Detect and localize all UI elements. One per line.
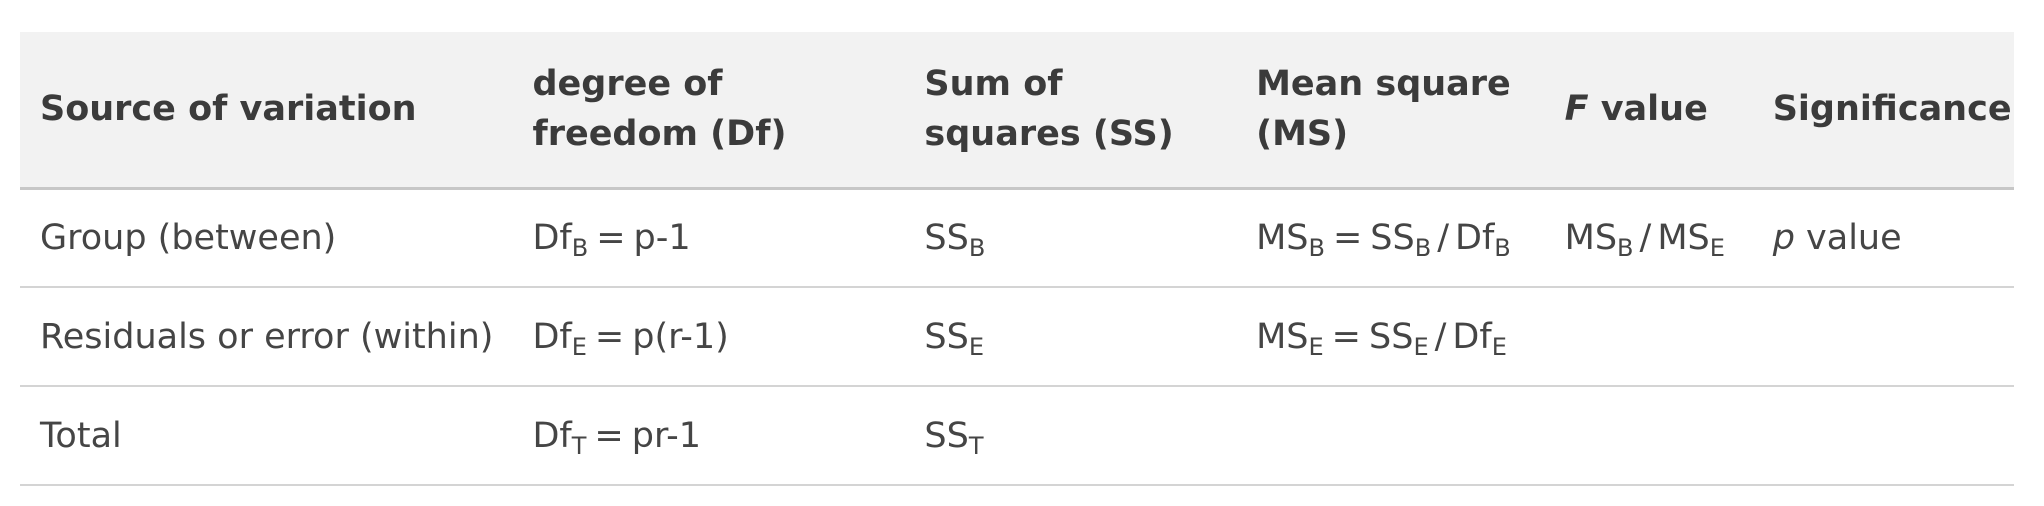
ss-subscript: T [968,431,984,460]
cell-source: Total [20,386,513,486]
cell-ms [1236,386,1545,486]
cell-ms: MSE = SSE / DfE [1236,287,1545,387]
ms-denominator-subscript: E [1491,332,1507,361]
cell-ss: SST [904,386,1237,486]
ms-base: MS [1256,217,1309,258]
header-ss: Sum of squares (SS) [904,32,1237,190]
header-ms: Mean square (MS) [1236,32,1545,190]
header-f-value: F value [1544,32,1761,190]
division-slash: / [1434,316,1447,357]
f-denominator-subscript: E [1709,233,1725,262]
ms-numerator-base: SS [1369,316,1414,357]
df-expression: p(r-1) [632,316,729,357]
header-row: Source of variation degree of freedom (D… [20,32,2014,190]
cell-df: DfE = p(r-1) [512,287,905,387]
table-header: Source of variation degree of freedom (D… [20,32,2014,190]
ms-numerator-subscript: B [1414,233,1432,262]
ms-denominator-base: Df [1452,316,1492,357]
cell-source: Group (between) [20,188,513,288]
cell-f-value: MSB / MSE [1544,188,1761,288]
cell-ms: MSB = SSB / DfB [1236,188,1545,288]
ms-subscript: B [1308,233,1325,262]
df-expression: pr-1 [631,415,702,456]
equals-sign: = [596,217,626,258]
header-f-symbol: F [1564,89,1589,130]
df-base: Df [532,217,572,258]
cell-source: Residuals or error (within) [20,287,513,387]
header-source: Source of variation [20,32,513,190]
df-expression: p-1 [633,217,691,258]
ms-denominator-base: Df [1455,217,1495,258]
cell-df: DfB = p-1 [512,188,905,288]
significance-label: value [1794,217,1902,258]
header-df: degree of freedom (Df) [512,32,905,190]
ss-base: SS [924,415,969,456]
df-base: Df [532,316,572,357]
df-subscript: T [571,431,587,460]
cell-f-value [1544,287,1761,387]
equals-sign: = [594,415,624,456]
ms-denominator-subscript: B [1494,233,1511,262]
table-row: Residuals or error (within) DfE = p(r-1) S… [20,287,2014,387]
ss-subscript: B [968,233,986,262]
ms-subscript: E [1308,332,1324,361]
f-denominator-base: MS [1657,217,1710,258]
cell-df: DfT = pr-1 [512,386,905,486]
table-row: Total DfT = pr-1 SST [20,386,2014,486]
ss-base: SS [924,316,969,357]
ss-subscript: E [968,332,985,361]
header-significance: Significance [1760,32,2014,190]
df-subscript: E [571,332,587,361]
ms-base: MS [1256,316,1309,357]
df-subscript: B [571,233,589,262]
division-slash: / [1639,217,1652,258]
cell-ss: SSB [904,188,1237,288]
anova-table-container: Source of variation degree of freedom (D… [20,32,2014,486]
ms-numerator-base: SS [1370,217,1415,258]
table-row: Group (between) DfB = p-1 SSB MSB = SSB / DfB … [20,188,2014,288]
equals-sign: = [594,316,625,357]
f-numerator-base: MS [1564,217,1618,258]
table-body: Group (between) DfB = p-1 SSB MSB = SSB / DfB … [20,188,2014,486]
cell-ss: SSE [904,287,1237,387]
ss-base: SS [924,217,969,258]
anova-table: Source of variation degree of freedom (D… [20,32,2014,486]
equals-sign: = [1331,316,1361,357]
equals-sign: = [1332,217,1363,258]
header-f-label: value [1588,89,1708,130]
cell-significance [1760,386,2014,486]
f-numerator-subscript: B [1617,233,1634,262]
cell-significance: p value [1760,188,2014,288]
cell-significance [1760,287,2014,387]
division-slash: / [1437,217,1449,258]
cell-f-value [1544,386,1761,486]
ms-numerator-subscript: E [1413,332,1429,361]
df-base: Df [532,415,572,456]
p-symbol: p [1772,217,1795,258]
